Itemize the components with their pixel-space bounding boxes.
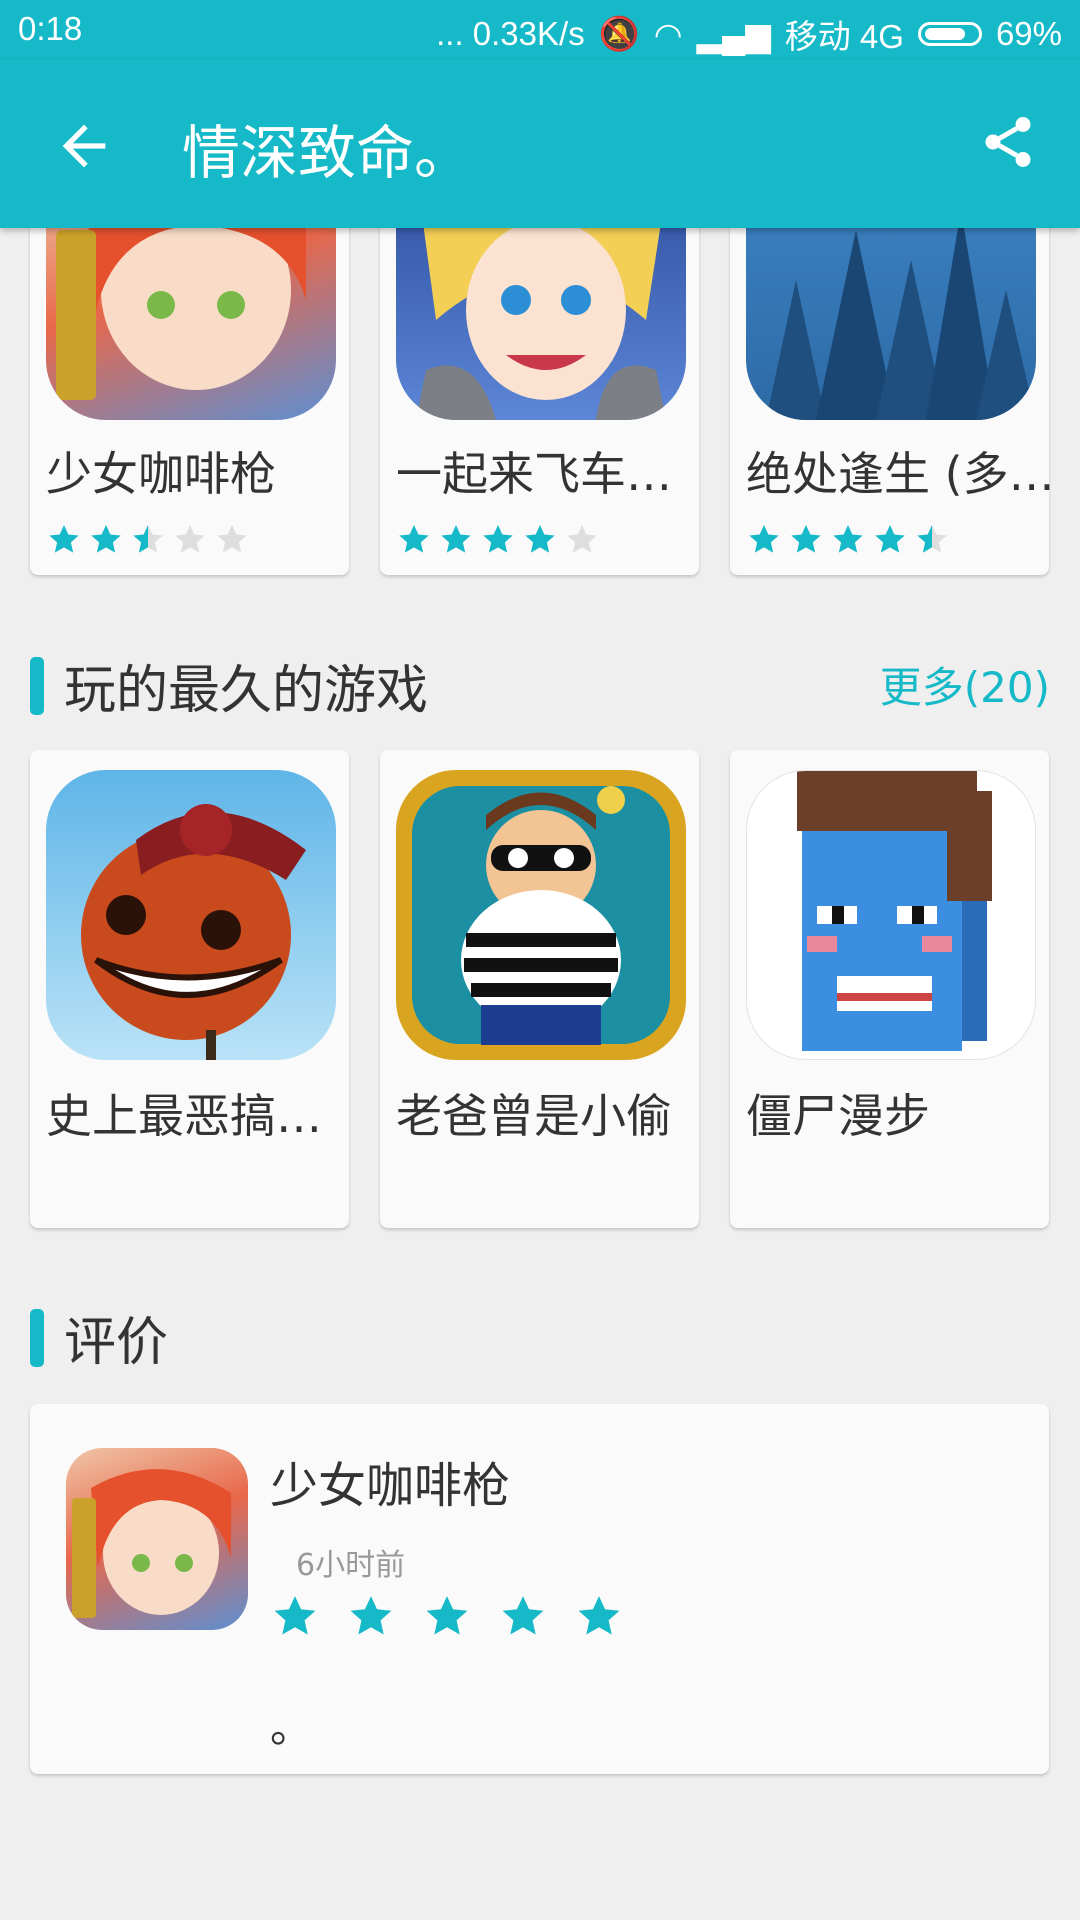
app-bar: 情深致命。 (0, 60, 1080, 228)
star-icon (833, 525, 863, 553)
star-icon (175, 525, 205, 553)
rating-stars (46, 522, 250, 558)
review-card[interactable]: 少女咖啡枪 6小时前 。 (30, 1404, 1049, 1774)
star-icon (49, 525, 79, 553)
star-icon (578, 1596, 620, 1635)
share-icon[interactable] (978, 112, 1038, 172)
game-icon (46, 770, 336, 1060)
game-card[interactable]: 史上最恶搞… (30, 750, 349, 1228)
star-icon (426, 1596, 468, 1635)
game-name: 僵尸漫步 (746, 1089, 930, 1143)
page-title: 情深致命。 (182, 119, 473, 187)
star-icon (399, 525, 429, 553)
game-icon (746, 770, 1036, 1060)
star-icon (483, 525, 513, 553)
star-icon (917, 525, 947, 553)
star-icon (133, 525, 163, 553)
network-speed: ... 0.33K/s (436, 15, 585, 52)
game-card[interactable]: 老爸曾是小偷 (380, 750, 699, 1228)
wifi-icon: ◠ (653, 15, 683, 53)
battery-percent: 69% (995, 15, 1062, 52)
game-card[interactable]: 绝处逢生 (多… (730, 170, 1055, 575)
game-name: 老爸曾是小偷 (396, 1089, 672, 1143)
status-right: ... 0.33K/s 🔕 ◠ ▂▄▆ 移动 4G 69% (436, 10, 1062, 58)
star-icon (274, 1596, 316, 1635)
carrier-label: 移动 4G (784, 18, 904, 55)
mute-icon: 🔕 (598, 14, 640, 52)
section-longest-played-title: 玩的最久的游戏 (30, 648, 428, 723)
game-icon (66, 1448, 248, 1630)
status-time: 0:18 (18, 10, 83, 47)
star-icon (525, 525, 555, 553)
star-icon (441, 525, 471, 553)
star-icon (791, 525, 821, 553)
game-name: 少女咖啡枪 (46, 447, 276, 501)
star-icon (875, 525, 905, 553)
star-icon (502, 1596, 544, 1635)
rating-stars (396, 522, 600, 558)
game-name: 绝处逢生 (多… (746, 447, 1055, 501)
game-card[interactable]: 僵尸漫步 (730, 750, 1049, 1228)
star-icon (749, 525, 779, 553)
status-bar: 0:18 ... 0.33K/s 🔕 ◠ ▂▄▆ 移动 4G 69% (0, 0, 1080, 60)
star-icon (350, 1596, 392, 1635)
star-icon (91, 525, 121, 553)
game-card[interactable]: 一起来飞车… (380, 170, 699, 575)
review-text: 。 (270, 1703, 313, 1752)
review-time: 6小时前 (296, 1548, 406, 1583)
more-link[interactable]: 更多(20) (880, 654, 1050, 715)
star-icon (217, 525, 247, 553)
game-icon (396, 770, 686, 1060)
battery-icon (917, 22, 982, 46)
game-name: 一起来飞车… (396, 447, 672, 501)
game-card[interactable]: 少女咖啡枪 (30, 170, 349, 575)
star-icon (567, 525, 597, 553)
rating-stars (746, 522, 950, 558)
signal-icon: ▂▄▆ (696, 15, 771, 53)
review-game-name: 少女咖啡枪 (270, 1458, 511, 1514)
arrow-left-icon[interactable] (52, 114, 116, 178)
review-rating-stars (270, 1592, 624, 1642)
section-reviews-title: 评价 (30, 1300, 168, 1375)
game-name: 史上最恶搞… (46, 1089, 322, 1143)
